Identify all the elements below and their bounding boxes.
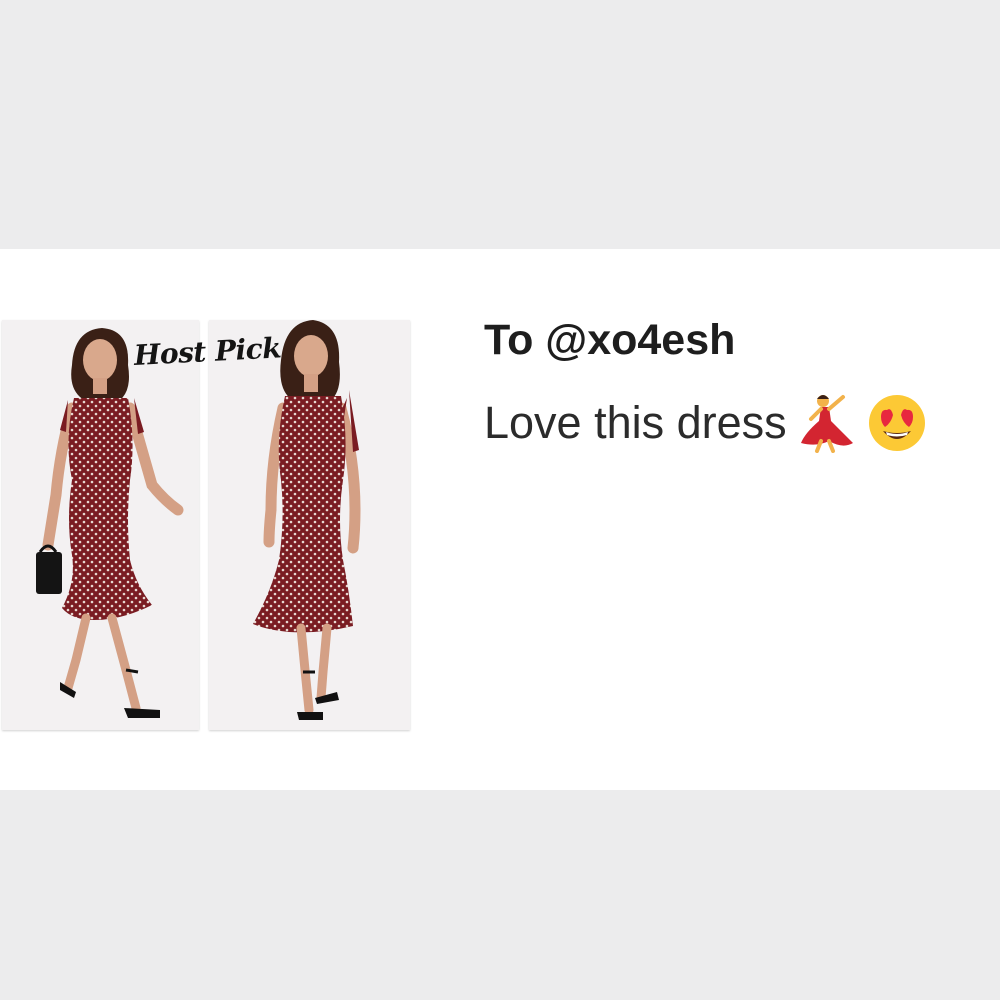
screen: Host Pick To @xo4esh Love this dress: [0, 0, 1000, 1000]
product-photo-left[interactable]: [2, 320, 199, 730]
flamenco-dancer-icon: [799, 393, 855, 453]
message-block: To @xo4esh Love this dress: [484, 315, 984, 453]
model-walking-image: [2, 320, 199, 730]
comment-text: Love this dress: [484, 397, 787, 448]
product-photo-right[interactable]: [209, 320, 410, 730]
recipient-mention[interactable]: To @xo4esh: [484, 315, 984, 365]
heart-eyes-face-icon: [867, 393, 927, 453]
comment-card: Host Pick To @xo4esh Love this dress: [0, 249, 1000, 790]
comment-row: Love this dress: [484, 393, 984, 453]
model-standing-image: [209, 320, 410, 730]
